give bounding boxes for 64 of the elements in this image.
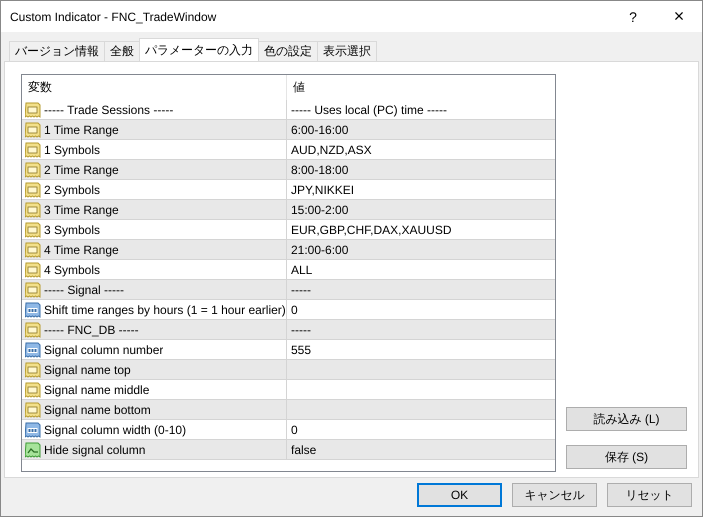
parameter-value[interactable]: 6:00-16:00: [291, 122, 348, 136]
parameter-value[interactable]: -----: [291, 322, 311, 336]
string-type-icon: [25, 222, 41, 238]
parameter-value[interactable]: ----- Uses local (PC) time -----: [291, 102, 447, 116]
parameter-name: ----- Signal -----: [44, 282, 124, 296]
string-type-icon: [25, 122, 41, 138]
dialog-button[interactable]: OK: [417, 483, 502, 507]
parameter-name: Signal name bottom: [44, 402, 151, 416]
tab[interactable]: バージョン情報: [9, 41, 105, 61]
parameter-name: 4 Time Range: [44, 242, 119, 256]
parameter-value[interactable]: false: [291, 442, 316, 456]
string-type-icon: [25, 162, 41, 178]
string-type-icon: [25, 362, 41, 378]
parameter-name: Signal column width (0-10): [44, 422, 186, 436]
column-header[interactable]: 値: [287, 75, 555, 100]
close-button[interactable]: ×: [656, 1, 702, 32]
parameter-value[interactable]: 0: [291, 302, 298, 316]
string-type-icon: [25, 282, 41, 298]
parameter-name: ----- FNC_DB -----: [44, 322, 139, 336]
parameter-name: Signal name top: [44, 362, 131, 376]
parameter-name: 3 Symbols: [44, 222, 100, 236]
parameter-name: Signal column number: [44, 342, 164, 356]
parameter-name: 1 Symbols: [44, 142, 100, 156]
parameter-value[interactable]: 15:00-2:00: [291, 202, 348, 216]
parameter-name: 2 Time Range: [44, 162, 119, 176]
parameter-value[interactable]: 21:00-6:00: [291, 242, 348, 256]
string-type-icon: [25, 182, 41, 198]
side-button[interactable]: 保存 (S): [566, 445, 687, 469]
string-type-icon: [25, 402, 41, 418]
parameter-value[interactable]: JPY,NIKKEI: [291, 182, 354, 196]
parameter-name: Shift time ranges by hours (1 = 1 hour earlier): [44, 302, 286, 316]
string-type-icon: [25, 142, 41, 158]
parameter-name: 1 Time Range: [44, 122, 119, 136]
help-button[interactable]: ?: [610, 1, 656, 32]
string-type-icon: [25, 202, 41, 218]
number-type-icon: [25, 302, 41, 318]
dialog-button[interactable]: リセット: [607, 483, 692, 507]
boolean-type-icon: [25, 442, 41, 458]
parameter-name: ----- Trade Sessions -----: [44, 102, 174, 116]
parameter-value[interactable]: AUD,NZD,ASX: [291, 142, 372, 156]
string-type-icon: [25, 242, 41, 258]
parameter-value[interactable]: EUR,GBP,CHF,DAX,XAUUSD: [291, 222, 452, 236]
parameter-name: Hide signal column: [44, 442, 146, 456]
tab[interactable]: パラメーターの入力: [139, 38, 259, 61]
parameter-value[interactable]: -----: [291, 282, 311, 296]
number-type-icon: [25, 342, 41, 358]
parameter-name: Signal name middle: [44, 382, 150, 396]
dialog-button[interactable]: キャンセル: [512, 483, 597, 507]
parameter-value[interactable]: ALL: [291, 262, 312, 276]
parameter-name: 3 Time Range: [44, 202, 119, 216]
number-type-icon: [25, 422, 41, 438]
parameter-value[interactable]: 0: [291, 422, 298, 436]
string-type-icon: [25, 262, 41, 278]
parameter-name: 4 Symbols: [44, 262, 100, 276]
parameter-name: 2 Symbols: [44, 182, 100, 196]
string-type-icon: [25, 102, 41, 118]
parameter-value[interactable]: 8:00-18:00: [291, 162, 348, 176]
string-type-icon: [25, 322, 41, 338]
parameter-value[interactable]: 555: [291, 342, 312, 356]
window-title: Custom Indicator - FNC_TradeWindow: [10, 10, 218, 24]
side-button[interactable]: 読み込み (L): [566, 407, 687, 431]
tab[interactable]: 表示選択: [317, 41, 377, 61]
string-type-icon: [25, 382, 41, 398]
column-header[interactable]: 変数: [22, 75, 287, 100]
